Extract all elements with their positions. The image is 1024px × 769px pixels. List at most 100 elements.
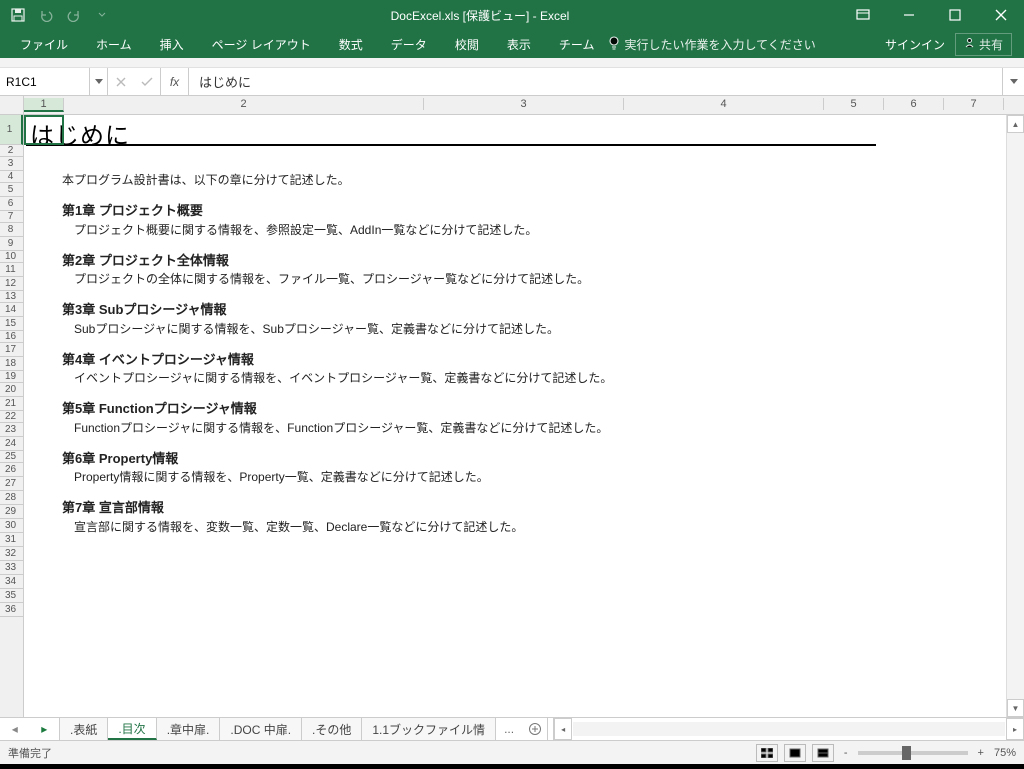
row-header[interactable]: 30 <box>0 519 23 533</box>
sheet-tab[interactable]: .DOC 中扉. <box>220 718 302 740</box>
horizontal-scrollbar[interactable]: ◂ ▸ <box>554 718 1024 740</box>
row-header[interactable]: 17 <box>0 343 23 357</box>
row-header[interactable]: 31 <box>0 533 23 547</box>
ribbon-display-icon[interactable] <box>840 0 886 30</box>
row-header[interactable]: 4 <box>0 171 23 183</box>
tab-home[interactable]: ホーム <box>82 30 146 58</box>
sheet-tabs-more[interactable]: ... <box>496 718 522 740</box>
formula-bar-expand[interactable] <box>1002 68 1024 95</box>
sheet-tab[interactable]: .表紙 <box>60 718 108 740</box>
tab-insert[interactable]: 挿入 <box>146 30 198 58</box>
row-header[interactable]: 25 <box>0 451 23 463</box>
tab-pagelayout[interactable]: ページ レイアウト <box>198 30 325 58</box>
column-header[interactable]: 7 <box>944 98 1004 110</box>
fx-icon[interactable]: fx <box>161 68 189 95</box>
sheet-tab[interactable]: .その他 <box>302 718 362 740</box>
tab-data[interactable]: データ <box>377 30 441 58</box>
row-header[interactable]: 29 <box>0 505 23 519</box>
row-header[interactable]: 23 <box>0 423 23 437</box>
zoom-level[interactable]: 75% <box>994 747 1016 759</box>
row-header[interactable]: 10 <box>0 251 23 263</box>
row-header[interactable]: 34 <box>0 575 23 589</box>
hscroll-left-icon[interactable]: ◂ <box>554 718 572 740</box>
row-header[interactable]: 13 <box>0 291 23 303</box>
sheet-nav-next-icon[interactable]: ▸ <box>41 722 47 736</box>
cancel-formula-icon[interactable] <box>108 68 134 95</box>
enter-formula-icon[interactable] <box>134 68 160 95</box>
select-all-cell[interactable] <box>0 96 24 114</box>
sheet-tab[interactable]: 1.1ブックファイル情 <box>362 718 496 740</box>
undo-icon[interactable] <box>34 3 58 27</box>
sheet-tab[interactable]: .章中扉. <box>157 718 221 740</box>
tab-formulas[interactable]: 数式 <box>325 30 377 58</box>
save-icon[interactable] <box>6 3 30 27</box>
row-header[interactable]: 1 <box>0 115 23 145</box>
tab-file[interactable]: ファイル <box>6 30 82 58</box>
row-header[interactable]: 7 <box>0 211 23 223</box>
zoom-out-button[interactable]: - <box>840 747 852 759</box>
share-button[interactable]: 共有 <box>955 33 1012 56</box>
qat-dropdown-icon[interactable] <box>90 3 114 27</box>
row-header[interactable]: 28 <box>0 491 23 505</box>
close-icon[interactable] <box>978 0 1024 30</box>
sheet-tab[interactable]: .目次 <box>108 718 156 740</box>
hscroll-right-icon[interactable]: ▸ <box>1006 718 1024 740</box>
tab-team[interactable]: チーム <box>545 30 609 58</box>
zoom-slider-thumb[interactable] <box>902 746 911 760</box>
minimize-icon[interactable] <box>886 0 932 30</box>
row-header[interactable]: 16 <box>0 331 23 343</box>
scroll-down-icon[interactable]: ▼ <box>1007 699 1024 717</box>
vertical-scrollbar[interactable]: ▲ ▼ <box>1006 115 1024 717</box>
row-header[interactable]: 26 <box>0 463 23 477</box>
row-header[interactable]: 15 <box>0 317 23 331</box>
row-header[interactable]: 21 <box>0 397 23 411</box>
sheet-nav[interactable]: ◂ ▸ <box>0 718 60 740</box>
view-normal-icon[interactable] <box>756 744 778 762</box>
column-header[interactable]: 4 <box>624 98 824 110</box>
row-header[interactable]: 6 <box>0 197 23 211</box>
row-header[interactable]: 27 <box>0 477 23 491</box>
view-pagelayout-icon[interactable] <box>784 744 806 762</box>
zoom-in-button[interactable]: + <box>974 747 988 759</box>
tab-review[interactable]: 校閲 <box>441 30 493 58</box>
tell-me-search[interactable]: 実行したい作業を入力してください <box>608 30 815 58</box>
row-header[interactable]: 32 <box>0 547 23 561</box>
row-header[interactable]: 11 <box>0 263 23 277</box>
cells-area[interactable]: はじめに 本プログラム設計書は、以下の章に分けて記述した。 第1章 プロジェクト… <box>24 115 1006 717</box>
row-header[interactable]: 19 <box>0 371 23 383</box>
name-box-dropdown[interactable] <box>90 68 108 95</box>
title-cell[interactable]: はじめに <box>26 115 876 146</box>
column-header[interactable]: 1 <box>24 98 64 112</box>
view-pagebreak-icon[interactable] <box>812 744 834 762</box>
row-header[interactable]: 2 <box>0 145 23 157</box>
hscroll-track[interactable] <box>573 722 1005 736</box>
redo-icon[interactable] <box>62 3 86 27</box>
name-box[interactable]: R1C1 <box>0 68 90 95</box>
row-header[interactable]: 33 <box>0 561 23 575</box>
new-sheet-button[interactable] <box>522 718 548 740</box>
column-header[interactable]: 6 <box>884 98 944 110</box>
row-header[interactable]: 24 <box>0 437 23 451</box>
scroll-up-icon[interactable]: ▲ <box>1007 115 1024 133</box>
column-header[interactable]: 2 <box>64 98 424 110</box>
row-header[interactable]: 14 <box>0 303 23 317</box>
vscroll-track[interactable] <box>1007 133 1024 699</box>
row-header[interactable]: 36 <box>0 603 23 617</box>
sheet-nav-first-icon[interactable]: ◂ <box>12 722 18 736</box>
row-header[interactable]: 35 <box>0 589 23 603</box>
row-header[interactable]: 5 <box>0 183 23 197</box>
row-header[interactable]: 9 <box>0 237 23 251</box>
row-header[interactable]: 12 <box>0 277 23 291</box>
column-header[interactable]: 3 <box>424 98 624 110</box>
tab-view[interactable]: 表示 <box>493 30 545 58</box>
row-header[interactable]: 22 <box>0 411 23 423</box>
row-header[interactable]: 18 <box>0 357 23 371</box>
maximize-icon[interactable] <box>932 0 978 30</box>
zoom-slider[interactable] <box>858 751 968 755</box>
column-header[interactable]: 5 <box>824 98 884 110</box>
row-header[interactable]: 3 <box>0 157 23 171</box>
row-header[interactable]: 20 <box>0 383 23 397</box>
formula-input[interactable]: はじめに <box>189 68 1002 95</box>
sign-in-link[interactable]: サインイン <box>885 36 945 53</box>
row-header[interactable]: 8 <box>0 223 23 237</box>
